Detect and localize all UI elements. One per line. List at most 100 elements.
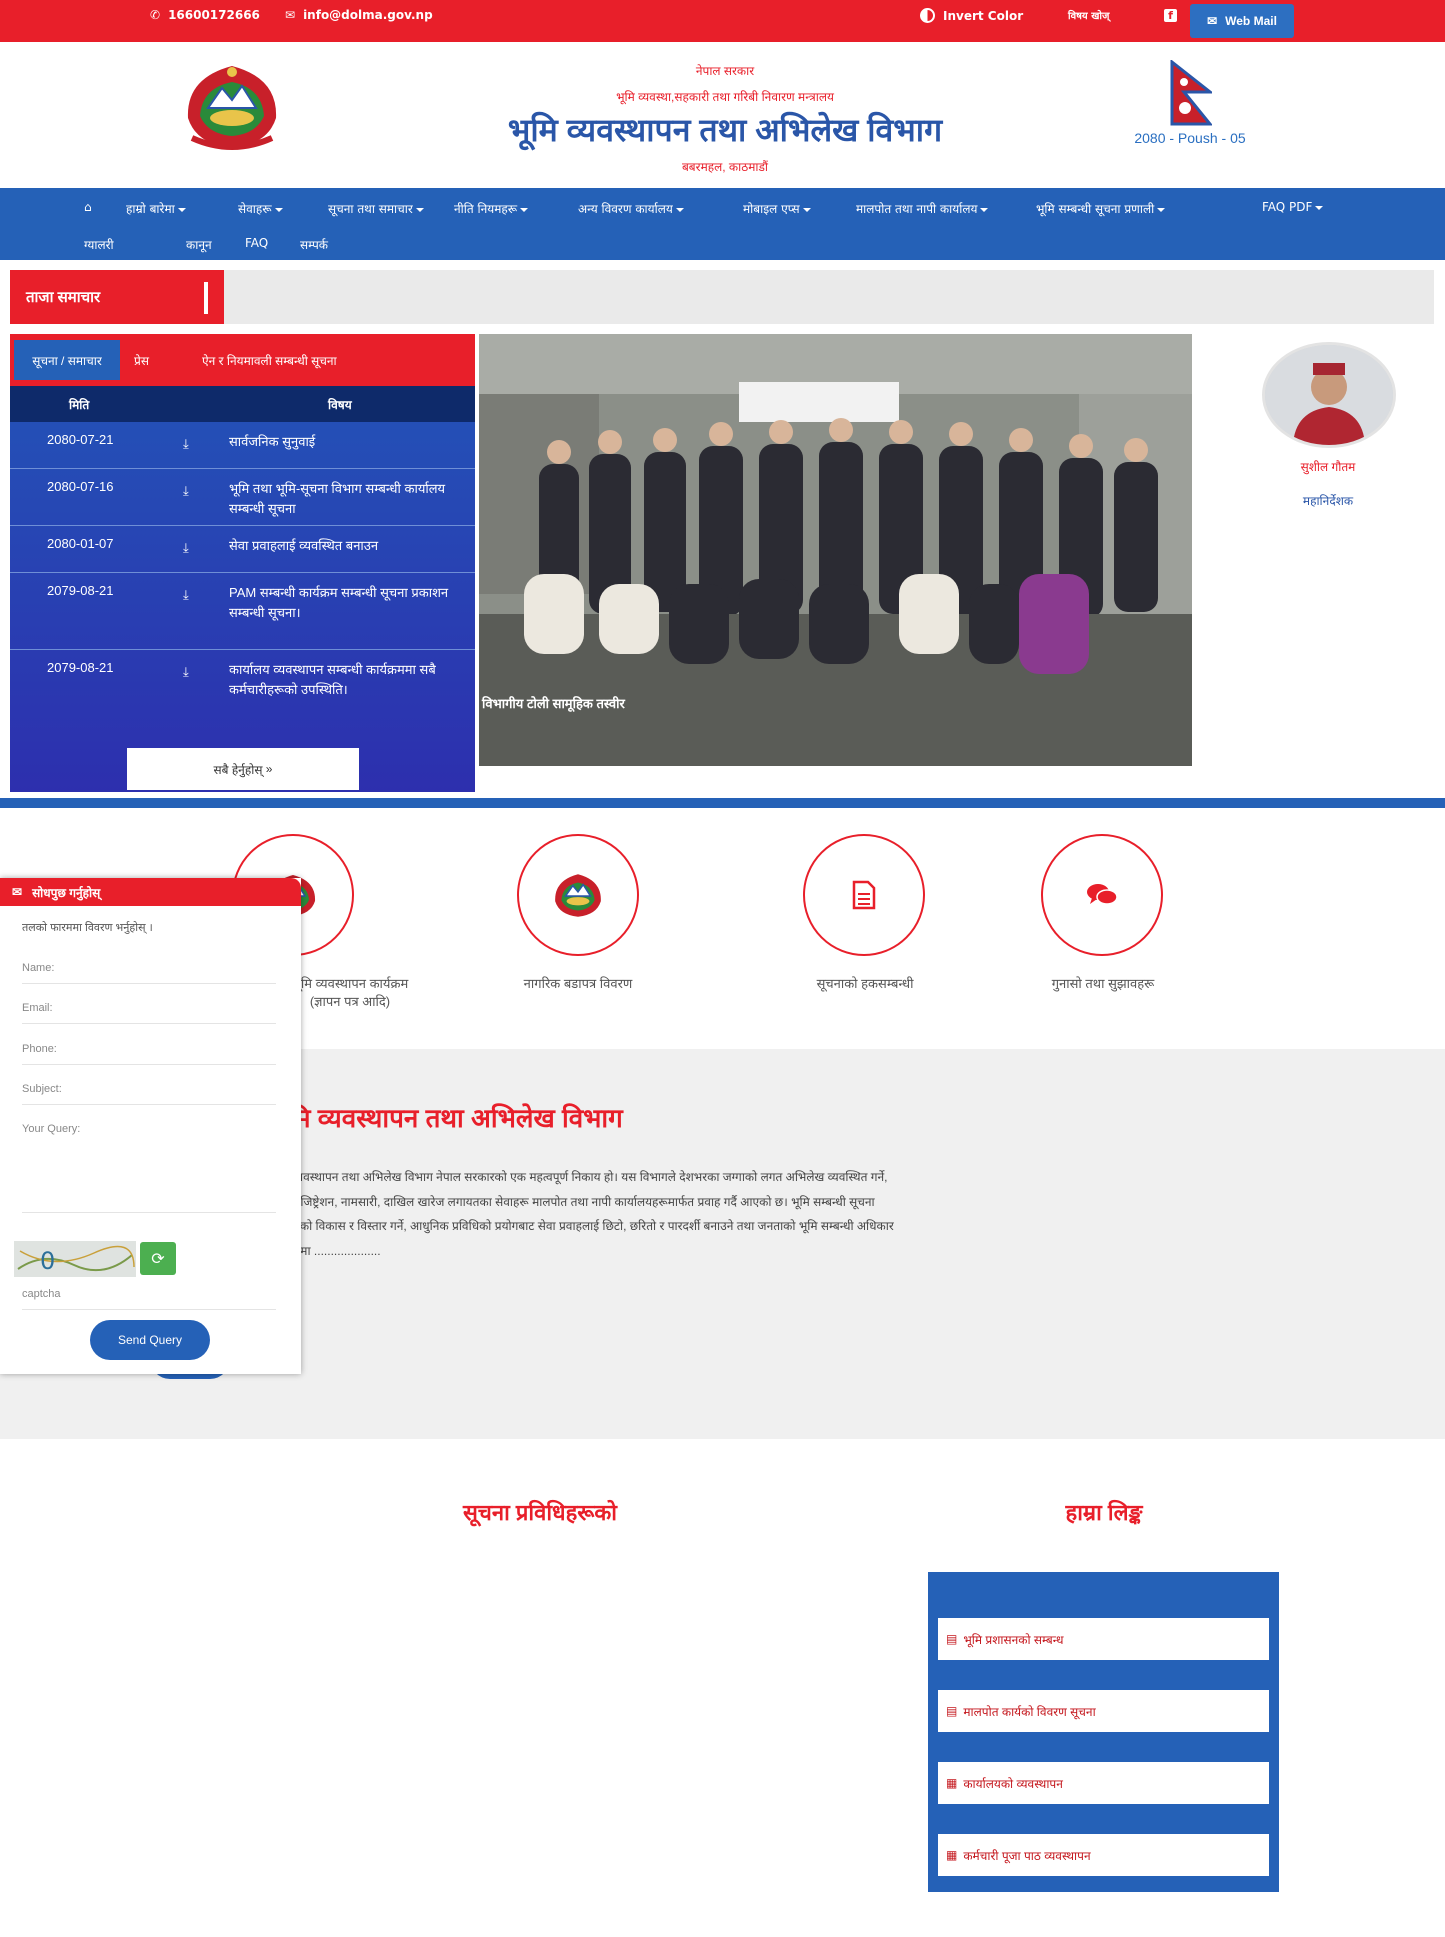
quick-link[interactable]: ▦ कर्मचारी पूजा पाठ व्यवस्थापन (938, 1834, 1269, 1876)
tab-notices[interactable]: सूचना / समाचार (14, 340, 120, 380)
row-date: 2079-08-21 (47, 583, 114, 598)
quick-links-box: ▤ भूमि प्रशासनको सम्बन्ध ▤ मालपोत कार्यको … (928, 1572, 1279, 1892)
row-date: 2079-08-21 (47, 660, 114, 675)
download-icon[interactable]: ⤓ (183, 587, 189, 603)
envelope-icon: ✉ (12, 885, 23, 899)
service-label[interactable]: गुनासो तथा सुझावहरू (1003, 974, 1203, 992)
table-row[interactable]: 2080-07-16 ⤓ भूमि तथा भूमि-सूचना विभाग स… (10, 469, 475, 526)
row-date: 2080-07-16 (47, 479, 114, 494)
search-link[interactable]: विषय खोज् (1068, 8, 1109, 22)
email-contact[interactable]: ✉ info@dolma.gov.np (285, 8, 433, 22)
row-title[interactable]: सार्वजनिक सुनुवाई (229, 432, 467, 452)
nav-contact[interactable]: सम्पर्क (300, 236, 328, 253)
tab-press[interactable]: प्रेस (134, 340, 149, 380)
ticker-label: ताजा समाचार (10, 270, 224, 324)
nav-other-offices[interactable]: अन्य विवरण कार्यालय (578, 200, 684, 217)
webmail-button[interactable]: ✉ Web Mail (1190, 4, 1294, 38)
nav-mobile-apps[interactable]: मोबाइल एप्स (743, 200, 811, 217)
nav-about[interactable]: हाम्रो बारेमा (126, 200, 186, 217)
home-icon[interactable]: ⌂ (84, 200, 92, 214)
view-all-label: सबै हेर्नुहोस् (213, 762, 263, 777)
tab-laws[interactable]: ऐन र नियमावली सम्बन्धी सूचना (202, 340, 337, 380)
refresh-captcha-button[interactable]: ⟳ (140, 1242, 176, 1275)
photo-slider[interactable]: विभागीय टोली सामूहिक तस्वीर (479, 334, 1192, 766)
nepal-flag-icon (1170, 60, 1212, 126)
service-circle-rti[interactable] (803, 834, 925, 956)
envelope-icon: ✉ (1207, 14, 1218, 28)
nav-news[interactable]: सूचना तथा समाचार (328, 200, 424, 217)
section-divider (0, 798, 1445, 808)
query-textarea[interactable]: Your Query: (22, 1123, 276, 1213)
download-icon[interactable]: ⤓ (183, 436, 189, 452)
nav-gallery[interactable]: ग्यालरी (84, 236, 114, 253)
send-query-button[interactable]: Send Query (90, 1320, 210, 1360)
captcha-input[interactable]: captcha (22, 1288, 276, 1310)
chief-role: महानिर्देशक (1302, 494, 1354, 508)
notice-table-header: मिति विषय (10, 386, 475, 422)
query-panel-header[interactable]: ✉ सोधपुछ गर्नुहोस् (0, 878, 301, 906)
row-title[interactable]: कार्यालय व्यवस्थापन सम्बन्धी कार्यक्रममा… (229, 660, 467, 700)
name-input[interactable]: Name: (22, 962, 276, 984)
ticker-label-text: ताजा समाचार (26, 289, 101, 306)
search-label: विषय खोज् (1068, 11, 1110, 22)
table-row[interactable]: 2080-07-21 ⤓ सार्वजनिक सुनुवाई (10, 422, 475, 469)
caret-down-icon (980, 207, 989, 212)
about-heading: भूमि व्यवस्थापन तथा अभिलेख विभाग (270, 1103, 623, 1133)
calendar-icon: ▦ (946, 1776, 958, 1790)
row-date: 2080-07-21 (47, 432, 114, 447)
chief-portrait-image (1265, 345, 1393, 445)
download-icon[interactable]: ⤓ (183, 664, 189, 680)
phone-input[interactable]: Phone: (22, 1043, 276, 1065)
nepal-emblem-logo[interactable] (178, 58, 286, 154)
about-text: भूमि व्यवस्थापन तथा अभिलेख विभाग नेपाल स… (270, 1170, 894, 1258)
calendar-icon: ▦ (946, 1848, 958, 1862)
subject-input[interactable]: Subject: (22, 1083, 276, 1105)
download-icon[interactable]: ⤓ (183, 483, 189, 499)
table-row[interactable]: 2079-08-21 ⤓ PAM सम्बन्धी कार्यक्रम सम्ब… (10, 573, 475, 650)
document-icon (852, 880, 876, 910)
nav-faq[interactable]: FAQ (245, 236, 268, 250)
nav-services-label: सेवाहरू (238, 202, 272, 216)
chief-profile: सुशील गौतम महानिर्देशक (1192, 334, 1445, 534)
quick-link[interactable]: ▤ मालपोत कार्यको विवरण सूचना (938, 1690, 1269, 1732)
row-title[interactable]: भूमि तथा भूमि-सूचना विभाग सम्बन्धी कार्य… (229, 479, 467, 519)
row-date: 2080-01-07 (47, 536, 114, 551)
quick-link[interactable]: ▦ कार्यालयको व्यवस्थापन (938, 1762, 1269, 1804)
facebook-icon: f (1164, 9, 1177, 22)
refresh-icon: ⟳ (151, 1250, 165, 1268)
newspaper-icon: ▤ (946, 1704, 958, 1718)
table-row[interactable]: 2079-08-21 ⤓ कार्यालय व्यवस्थापन सम्बन्ध… (10, 650, 475, 728)
nav-services[interactable]: सेवाहरू (238, 200, 283, 217)
quick-link[interactable]: ▤ भूमि प्रशासनको सम्बन्ध (938, 1618, 1269, 1660)
download-icon[interactable]: ⤓ (183, 540, 189, 556)
caret-down-icon (1157, 207, 1166, 212)
nav-land-offices[interactable]: मालपोत तथा नापी कार्यालय (856, 200, 989, 217)
nav-land-info-system-label: भूमि सम्बन्धी सूचना प्रणाली (1036, 202, 1155, 216)
quick-link-label: भूमि प्रशासनको सम्बन्ध (963, 1632, 1064, 1647)
nav-about-label: हाम्रो बारेमा (126, 202, 175, 216)
nav-mobile-apps-label: मोबाइल एप्स (743, 202, 800, 216)
webmail-label: Web Mail (1225, 14, 1277, 28)
row-title[interactable]: सेवा प्रवाहलाई व्यवस्थित बनाउन (229, 536, 467, 556)
contrast-icon (920, 8, 935, 23)
quick-link-label: कर्मचारी पूजा पाठ व्यवस्थापन (963, 1848, 1091, 1863)
view-all-button[interactable]: सबै हेर्नुहोस् » (127, 748, 359, 790)
nav-law[interactable]: कानून (186, 236, 212, 253)
invert-color-button[interactable]: Invert Color (920, 8, 1023, 23)
row-title[interactable]: PAM सम्बन्धी कार्यक्रम सम्बन्धी सूचना प्… (229, 583, 467, 623)
nav-faq-pdf[interactable]: FAQ PDF (1262, 200, 1324, 214)
svg-text:0: 0 (40, 1247, 55, 1275)
service-circle-charter[interactable] (517, 834, 639, 956)
government-line: नेपाल सरकार (695, 64, 755, 78)
main-navigation: ⌂ हाम्रो बारेमा सेवाहरू सूचना तथा समाचार… (0, 188, 1445, 260)
chief-name: सुशील गौतम (1300, 460, 1356, 474)
nav-land-info-system[interactable]: भूमि सम्बन्धी सूचना प्रणाली (1036, 200, 1166, 217)
email-input[interactable]: Email: (22, 1002, 276, 1024)
phone-contact[interactable]: ✆ 16600172666 (150, 8, 260, 22)
facebook-link[interactable]: f (1164, 9, 1177, 22)
table-row[interactable]: 2080-01-07 ⤓ सेवा प्रवाहलाई व्यवस्थित बन… (10, 526, 475, 573)
service-label[interactable]: सूचनाको हकसम्बन्धी (765, 974, 965, 992)
nav-policies[interactable]: नीति नियमहरू (454, 200, 529, 217)
service-circle-feedback[interactable] (1041, 834, 1163, 956)
service-label[interactable]: नागरिक बडापत्र विवरण (478, 974, 678, 992)
